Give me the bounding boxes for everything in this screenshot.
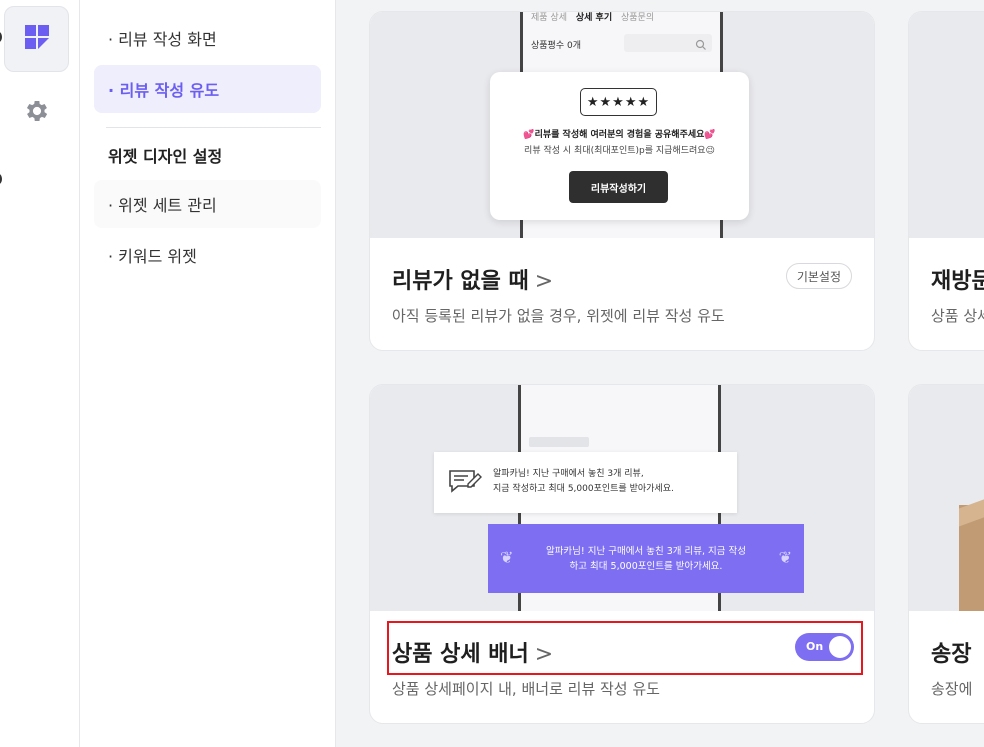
popup-subline: 리뷰 작성 시 최대(최대포인트)p를 지급해드려요😉	[524, 146, 715, 156]
message-edit-icon	[448, 468, 482, 498]
card-title[interactable]: 리뷰가 없을 때 >	[392, 263, 553, 295]
widget-menu-button[interactable]	[4, 6, 69, 72]
menu-item-label: · 리뷰 작성 유도	[108, 81, 220, 100]
card-invoice[interactable]: 송장 송장에	[908, 384, 984, 724]
menu-divider	[106, 127, 321, 128]
menu-item-label: · 위젯 세트 관리	[108, 196, 217, 215]
gear-icon	[23, 97, 51, 129]
card-description: 상품 상세페이지 내, 배너로 리뷰 작성 유도	[392, 680, 660, 698]
settings-menu-button[interactable]	[4, 80, 69, 146]
card-product-banner[interactable]: 알파카님! 지난 구매에서 놓친 3개 리뷰, 지금 작성하고 최대 5,000…	[369, 384, 875, 724]
phone-search-box	[624, 34, 712, 52]
card-preview	[909, 12, 984, 238]
submenu-panel: · 리뷰 작성 화면 · 리뷰 작성 유도 위젯 디자인 설정 · 위젯 세트 …	[80, 0, 336, 747]
chevron-right-icon: >	[534, 269, 554, 294]
menu-item-keyword-widget[interactable]: · 키워드 위젯	[94, 231, 321, 279]
default-setting-badge: 기본설정	[785, 263, 852, 289]
phone-placeholder-bar	[529, 437, 589, 447]
phone-tabs: 제품 상세 상세 후기 상품문의	[531, 13, 655, 23]
menu-item-label: · 리뷰 작성 화면	[108, 30, 217, 49]
notice-text: 알파카님! 지난 구매에서 놓친 3개 리뷰, 지금 작성하고 최대 5,000…	[493, 469, 674, 494]
card-preview: 제품 상세 상세 후기 상품문의 상품평수 0개 ★★★★★ 💕리뷰를 작성해 …	[370, 12, 874, 238]
widget-grid-icon	[24, 24, 50, 54]
write-review-button: 리뷰작성하기	[569, 171, 668, 203]
card-preview	[909, 385, 984, 611]
card-description: 아직 등록된 리뷰가 없을 경우, 위젯에 리뷰 작성 유도	[392, 307, 725, 325]
card-no-review[interactable]: 제품 상세 상세 후기 상품문의 상품평수 0개 ★★★★★ 💕리뷰를 작성해 …	[369, 11, 875, 351]
icon-rail	[0, 0, 80, 747]
rating-count-label: 상품평수 0개	[531, 41, 581, 51]
menu-item-review-write-screen[interactable]: · 리뷰 작성 화면	[94, 14, 321, 62]
purple-banner-preview: ❦ ❦ 알파카님! 지난 구매에서 놓친 3개 리뷰, 지금 작성 하고 최대 …	[488, 524, 804, 593]
highlight-box	[387, 621, 863, 675]
popup-headline: 💕리뷰를 작성해 여러분의 경험을 공유해주세요💕	[523, 130, 716, 140]
notice-card-preview: 알파카님! 지난 구매에서 놓친 3개 리뷰, 지금 작성하고 최대 5,000…	[434, 452, 737, 513]
menu-item-review-induce[interactable]: · 리뷰 작성 유도	[94, 65, 321, 113]
card-title[interactable]: 재방문	[931, 263, 984, 295]
search-icon	[695, 36, 707, 55]
menu-group-title: 위젯 디자인 설정	[108, 147, 223, 166]
rail-edge-indicator	[0, 32, 2, 42]
review-prompt-popup: ★★★★★ 💕리뷰를 작성해 여러분의 경험을 공유해주세요💕 리뷰 작성 시 …	[490, 72, 749, 220]
menu-item-label: · 키워드 위젯	[108, 247, 197, 266]
card-revisit[interactable]: 재방문 상품 상세	[908, 11, 984, 351]
card-title[interactable]: 송장	[931, 636, 971, 668]
stars-bubble: ★★★★★	[580, 88, 657, 116]
card-description: 송장에	[931, 680, 973, 698]
card-preview: 알파카님! 지난 구매에서 놓친 3개 리뷰, 지금 작성하고 최대 5,000…	[370, 385, 874, 611]
card-description: 상품 상세	[931, 307, 984, 325]
menu-item-widget-set[interactable]: · 위젯 세트 관리	[94, 180, 321, 228]
rail-edge-indicator	[0, 174, 2, 184]
banner-text: 알파카님! 지난 구매에서 놓친 3개 리뷰, 지금 작성 하고 최대 5,00…	[545, 546, 747, 572]
